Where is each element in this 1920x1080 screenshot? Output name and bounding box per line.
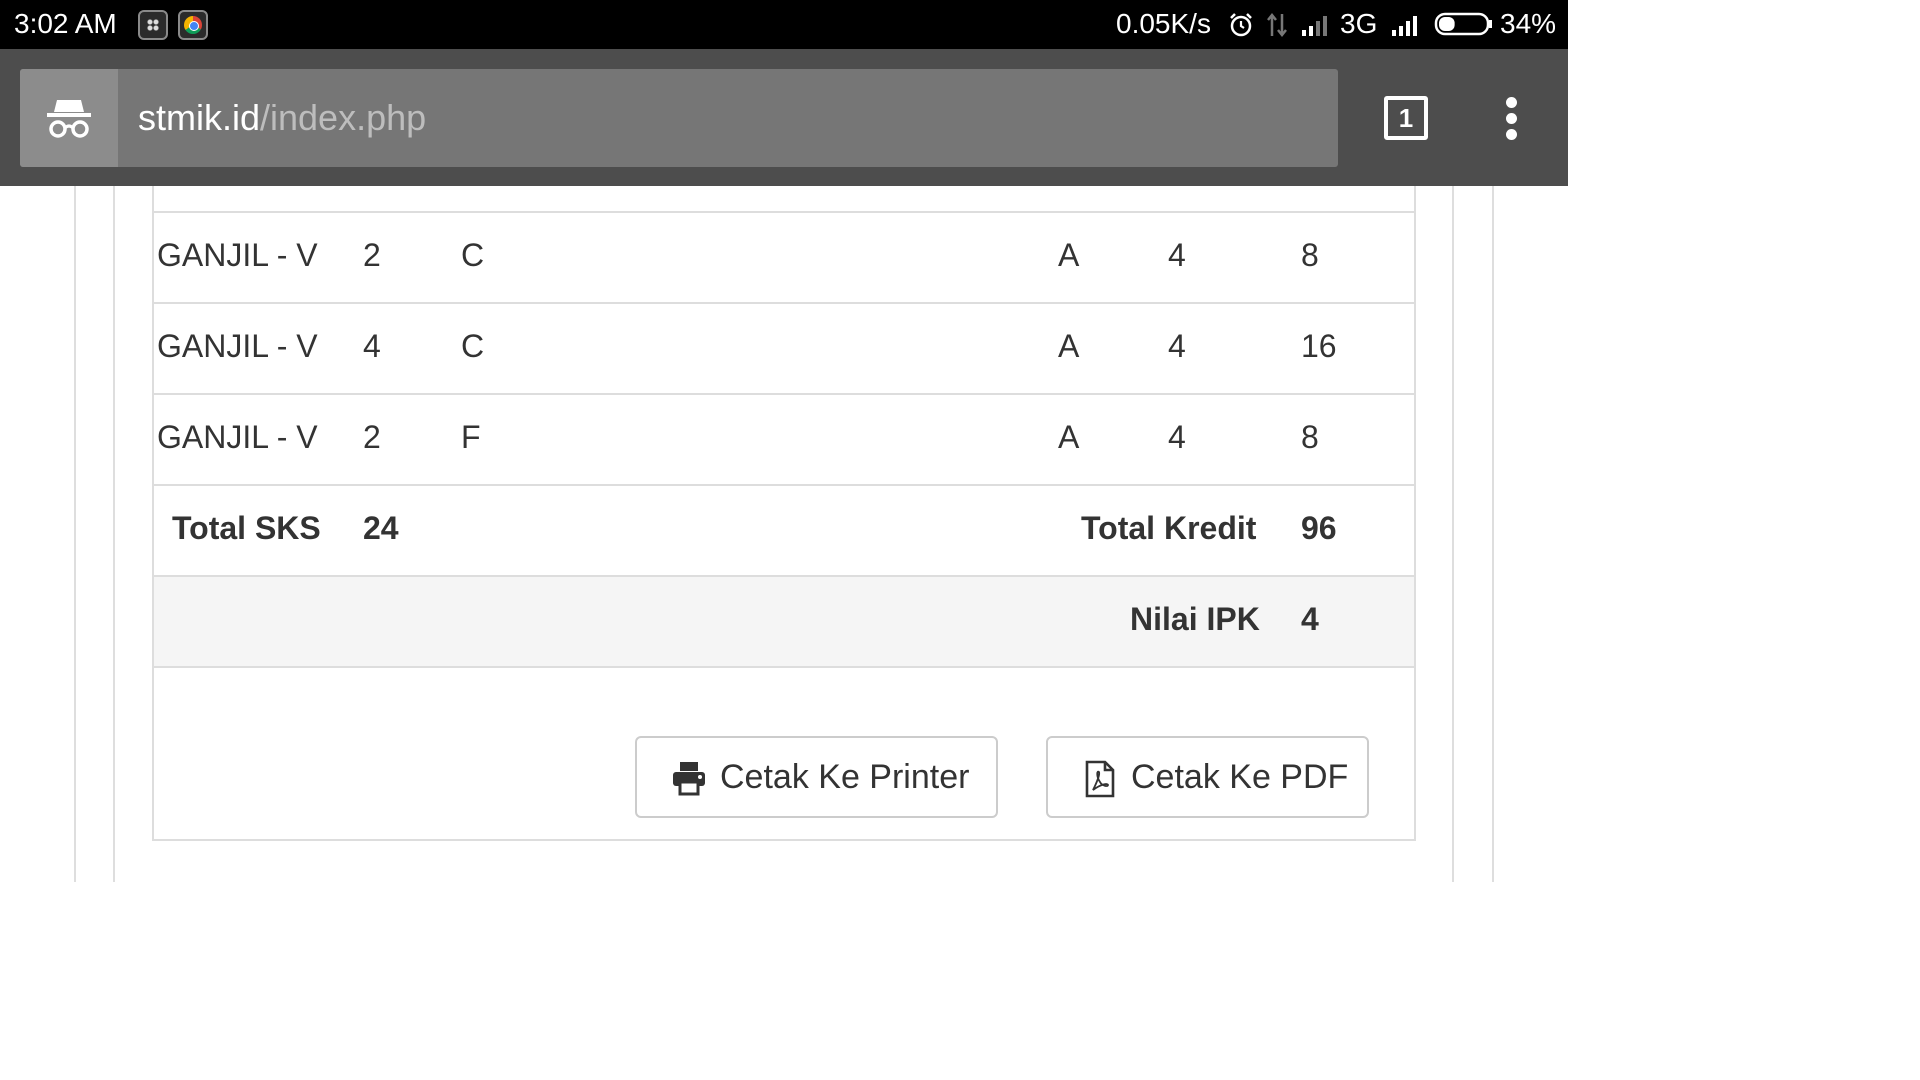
- status-network-type: 3G: [1340, 8, 1378, 39]
- print-button[interactable]: Cetak Ke Printer: [635, 736, 998, 818]
- total-sks-label: Total SKS: [172, 510, 321, 546]
- pdf-button-label: Cetak Ke PDF: [1131, 758, 1349, 796]
- incognito-icon: [20, 69, 118, 167]
- total-kredit-value: 96: [1301, 510, 1337, 546]
- table-bottom-border: [154, 666, 1414, 668]
- cell-grade: C: [461, 237, 485, 273]
- data-transfer-icon: [1267, 12, 1287, 38]
- address-bar[interactable]: stmik.id/index.php: [20, 69, 1338, 167]
- tab-switcher-button[interactable]: 1: [1384, 96, 1428, 140]
- overflow-menu-icon[interactable]: [1500, 97, 1524, 141]
- cell-sks: 4: [363, 328, 381, 364]
- alarm-icon: [1230, 13, 1252, 37]
- status-bar: 3:02 AM 0.05K/s 3G 34%: [0, 0, 1568, 49]
- grades-panel: GANJIL - V 2 C A 4 8 GANJIL - V 4 C A 4 …: [152, 186, 1416, 841]
- total-sks-value: 24: [363, 510, 399, 546]
- ipk-label: Nilai IPK: [1130, 601, 1260, 637]
- cell-nilai: A: [1058, 419, 1080, 455]
- cell-semester: GANJIL - V: [157, 419, 318, 455]
- cell-nilai: A: [1058, 328, 1080, 364]
- cell-kredit: 8: [1301, 419, 1319, 455]
- signal-icon: [1302, 16, 1327, 36]
- cell-semester: GANJIL - V: [157, 328, 318, 364]
- total-kredit-label: Total Kredit: [1081, 510, 1257, 546]
- cell-kredit: 16: [1301, 328, 1337, 364]
- printer-icon: [673, 762, 705, 796]
- url-host: stmik.id: [138, 97, 261, 138]
- status-time: 3:02 AM: [14, 8, 117, 39]
- page-border-line: [1452, 186, 1454, 882]
- status-battery-percent: 34%: [1500, 8, 1557, 39]
- cell-kredit: 8: [1301, 237, 1319, 273]
- page-border-line: [1492, 186, 1494, 882]
- table-row: GANJIL - V 4 C A 4 16: [154, 302, 1414, 393]
- url-text[interactable]: stmik.id/index.php: [138, 97, 426, 139]
- status-net-speed: 0.05K/s: [1116, 8, 1211, 39]
- chrome-icon: [178, 10, 208, 40]
- cell-semester: GANJIL - V: [157, 237, 318, 273]
- cell-grade: C: [461, 328, 485, 364]
- browser-toolbar: stmik.id/index.php 1: [0, 49, 1568, 186]
- cell-bobot: 4: [1168, 419, 1186, 455]
- cell-sks: 2: [363, 419, 381, 455]
- cell-bobot: 4: [1168, 237, 1186, 273]
- signal-icon: [1392, 16, 1417, 36]
- bbm-icon: [138, 10, 168, 40]
- totals-row: Total SKS 24 Total Kredit 96: [154, 484, 1414, 575]
- cell-sks: 2: [363, 237, 381, 273]
- ipk-row: Nilai IPK 4: [154, 575, 1414, 666]
- ipk-value: 4: [1301, 601, 1319, 637]
- table-row: GANJIL - V 2 C A 4 8: [154, 211, 1414, 302]
- print-button-label: Cetak Ke Printer: [720, 758, 970, 796]
- pdf-button[interactable]: Cetak Ke PDF: [1046, 736, 1369, 818]
- table-row: GANJIL - V 2 F A 4 8: [154, 393, 1414, 484]
- url-path: /index.php: [260, 97, 427, 138]
- page-border-line: [74, 186, 76, 882]
- cell-nilai: A: [1058, 237, 1080, 273]
- pdf-file-icon: [1085, 760, 1115, 798]
- page-border-line: [113, 186, 115, 882]
- cell-bobot: 4: [1168, 328, 1186, 364]
- cell-grade: F: [461, 419, 481, 455]
- battery-icon: [1434, 12, 1492, 36]
